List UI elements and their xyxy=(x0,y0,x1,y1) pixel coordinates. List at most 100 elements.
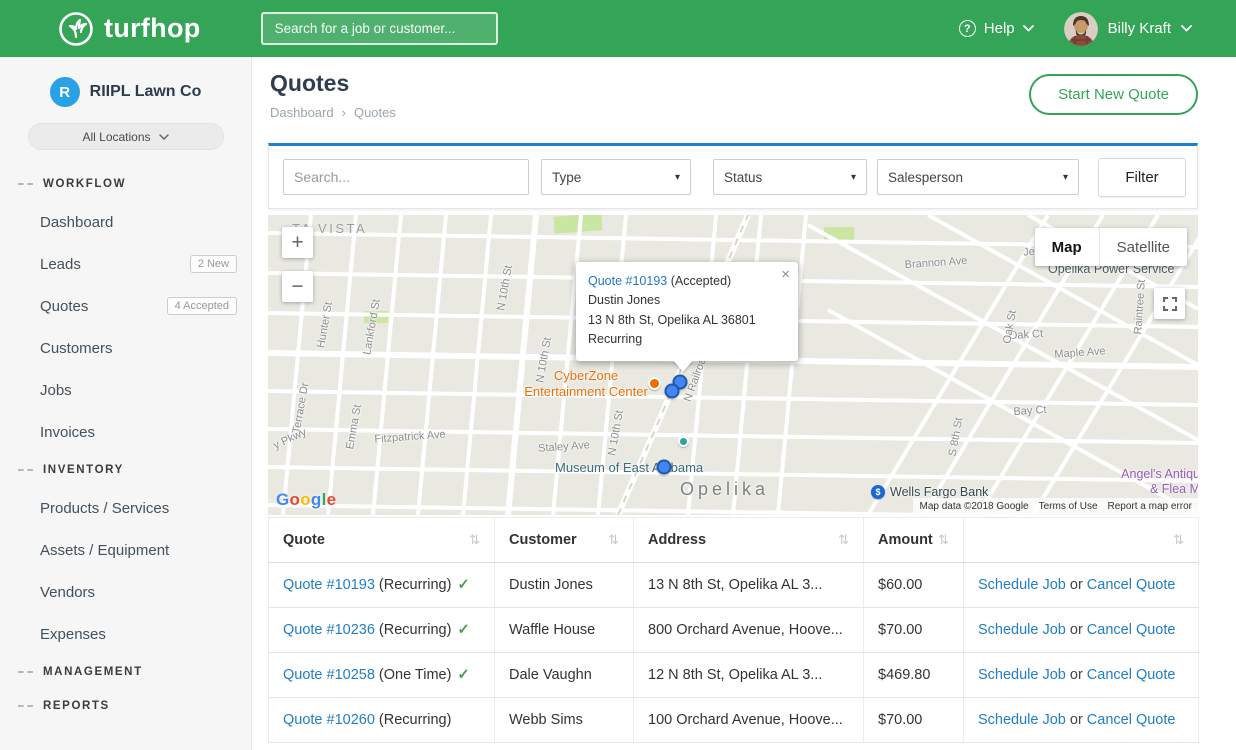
topbar-right-group: ? Help Billy Kraft xyxy=(959,12,1192,46)
company-name: RIIPL Lawn Co xyxy=(90,83,202,101)
col-header-customer[interactable]: Customer⇅ xyxy=(495,518,634,563)
col-header-actions[interactable]: ⇅ xyxy=(964,518,1199,563)
user-name: Billy Kraft xyxy=(1108,20,1171,37)
table-row: Quote #10193(Recurring)✓ Dustin Jones 13… xyxy=(269,563,1199,608)
poi-cyberzone: CyberZone Entertainment Center xyxy=(506,368,666,400)
sidebar-item-leads[interactable]: Leads 2 New xyxy=(0,243,251,285)
map-type-toggle: Map Satellite xyxy=(1035,228,1187,266)
user-menu[interactable]: Billy Kraft xyxy=(1064,12,1192,46)
schedule-job-link[interactable]: Schedule Job xyxy=(978,667,1066,683)
sidebar-item-expenses[interactable]: Expenses xyxy=(0,613,251,655)
sidebar-item-label: Vendors xyxy=(40,584,95,601)
breadcrumb-dashboard[interactable]: Dashboard xyxy=(270,105,334,120)
address-cell: 13 N 8th St, Opelika AL 3... xyxy=(634,563,864,608)
location-selector[interactable]: All Locations xyxy=(28,123,224,150)
map-pin-quote[interactable] xyxy=(657,460,672,475)
location-selector-label: All Locations xyxy=(82,130,150,144)
quote-link[interactable]: Quote #10236 xyxy=(283,622,375,638)
sidebar-section-reports[interactable]: Reports xyxy=(0,689,251,723)
company-badge: R xyxy=(50,77,80,107)
fullscreen-button[interactable] xyxy=(1154,288,1185,319)
type-select[interactable]: Type ▾ xyxy=(541,159,691,195)
salesperson-select[interactable]: Salesperson ▾ xyxy=(877,159,1079,195)
sidebar-item-dashboard[interactable]: Dashboard xyxy=(0,201,251,243)
sidebar-item-customers[interactable]: Customers xyxy=(0,327,251,369)
zoom-out-button[interactable]: − xyxy=(282,271,313,302)
sidebar-nav: Workflow Dashboard Leads 2 New Quotes 4 … xyxy=(0,167,251,723)
map-info-window: × Quote #10193 (Accepted) Dustin Jones 1… xyxy=(576,262,798,361)
or-label: or xyxy=(1070,667,1083,683)
turfhop-logo-icon xyxy=(58,11,94,47)
sidebar-item-label: Leads xyxy=(40,256,81,273)
col-header-quote[interactable]: Quote⇅ xyxy=(269,518,495,563)
main-content: Quotes Dashboard › Quotes Start New Quot… xyxy=(252,57,1236,750)
help-label: Help xyxy=(984,20,1015,37)
map-pin-quote[interactable] xyxy=(665,384,680,399)
zoom-in-button[interactable]: + xyxy=(282,227,313,258)
help-menu[interactable]: ? Help xyxy=(959,20,1034,37)
sidebar-item-vendors[interactable]: Vendors xyxy=(0,571,251,613)
quotes-search-input[interactable] xyxy=(283,159,529,195)
sidebar-item-label: Assets / Equipment xyxy=(40,542,169,559)
sort-icon: ⇅ xyxy=(469,532,480,548)
schedule-job-link[interactable]: Schedule Job xyxy=(978,622,1066,638)
cancel-quote-link[interactable]: Cancel Quote xyxy=(1087,712,1176,728)
section-dash-icon xyxy=(18,671,33,673)
sidebar-item-invoices[interactable]: Invoices xyxy=(0,411,251,453)
cancel-quote-link[interactable]: Cancel Quote xyxy=(1087,577,1176,593)
col-header-address[interactable]: Address⇅ xyxy=(634,518,864,563)
sidebar-item-assets-equipment[interactable]: Assets / Equipment xyxy=(0,529,251,571)
amount-cell: $60.00 xyxy=(864,563,964,608)
table-row: Quote #10260(Recurring) Webb Sims 100 Or… xyxy=(269,698,1199,743)
status-select[interactable]: Status ▾ xyxy=(713,159,867,195)
report-map-error-link[interactable]: Report a map error xyxy=(1108,501,1192,512)
quote-link[interactable]: Quote #10260 xyxy=(283,712,375,728)
sidebar-section-management[interactable]: Management xyxy=(0,655,251,689)
terms-of-use-link[interactable]: Terms of Use xyxy=(1039,501,1098,512)
google-logo[interactable]: Google xyxy=(276,490,336,510)
breadcrumb-current: Quotes xyxy=(354,105,396,120)
info-window-status: (Accepted) xyxy=(671,274,731,288)
cancel-quote-link[interactable]: Cancel Quote xyxy=(1087,667,1176,683)
chevron-down-icon xyxy=(1023,25,1034,32)
salesperson-select-label: Salesperson xyxy=(888,170,963,185)
filter-button[interactable]: Filter xyxy=(1098,158,1186,197)
sidebar-item-products-services[interactable]: Products / Services xyxy=(0,487,251,529)
sidebar-item-label: Jobs xyxy=(40,382,72,399)
quote-link[interactable]: Quote #10258 xyxy=(283,667,375,683)
start-new-quote-button[interactable]: Start New Quote xyxy=(1029,74,1198,115)
quote-type: (Recurring) xyxy=(379,577,452,593)
quote-link[interactable]: Quote #10193 xyxy=(283,577,375,593)
sidebar-item-label: Quotes xyxy=(40,298,88,315)
select-caret-icon: ▾ xyxy=(851,172,856,183)
page-title: Quotes xyxy=(270,70,349,97)
map-view-button[interactable]: Map xyxy=(1035,228,1099,266)
sort-icon: ⇅ xyxy=(838,532,849,548)
sidebar-item-label: Customers xyxy=(40,340,113,357)
info-window-quote-link[interactable]: Quote #10193 xyxy=(588,274,667,288)
check-icon: ✓ xyxy=(457,667,469,683)
turfhop-logo[interactable]: turfhop xyxy=(58,11,201,47)
satellite-view-button[interactable]: Satellite xyxy=(1099,228,1187,266)
map-canvas[interactable]: TA VISTA Jeter Ave Brannon Ave Maple Ave… xyxy=(268,215,1198,515)
schedule-job-link[interactable]: Schedule Job xyxy=(978,577,1066,593)
info-window-address: 13 N 8th St, Opelika AL 36801 xyxy=(588,311,784,330)
sidebar-item-quotes[interactable]: Quotes 4 Accepted xyxy=(0,285,251,327)
close-icon[interactable]: × xyxy=(781,267,790,282)
quote-type: (One Time) xyxy=(379,667,452,683)
map-attribution: Map data ©2018 Google Terms of Use Repor… xyxy=(913,498,1198,515)
breadcrumb: Dashboard › Quotes xyxy=(270,105,396,120)
section-dash-icon xyxy=(18,469,33,471)
poi-museum: Museum of East Alabama xyxy=(555,460,703,475)
sidebar-section-inventory: Inventory xyxy=(0,453,251,487)
col-header-amount[interactable]: Amount⇅ xyxy=(864,518,964,563)
sidebar-item-jobs[interactable]: Jobs xyxy=(0,369,251,411)
customer-cell: Dale Vaughn xyxy=(495,653,634,698)
poi-wells-fargo: Wells Fargo Bank xyxy=(890,485,988,499)
global-search-input[interactable] xyxy=(261,12,498,45)
type-select-label: Type xyxy=(552,170,581,185)
top-navigation-bar: turfhop ? Help xyxy=(0,0,1236,57)
cancel-quote-link[interactable]: Cancel Quote xyxy=(1087,622,1176,638)
schedule-job-link[interactable]: Schedule Job xyxy=(978,712,1066,728)
sort-icon: ⇅ xyxy=(938,532,949,548)
